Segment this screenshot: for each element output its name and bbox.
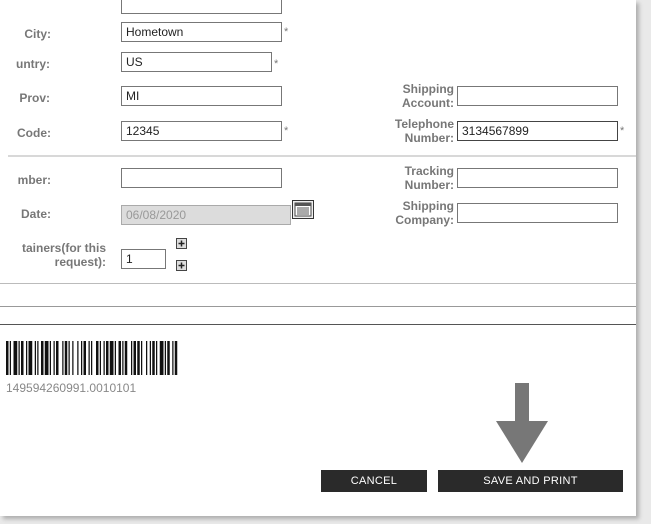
calendar-icon[interactable] [292, 200, 314, 219]
barcode-bar [137, 341, 140, 375]
cancel-button[interactable]: CANCEL [321, 470, 427, 492]
barcode-bar [28, 341, 33, 375]
shipping-account-field[interactable] [457, 86, 618, 106]
barcode-bar [149, 341, 151, 375]
barcode-bar [49, 341, 51, 375]
containers-label-line1: tainers(for this [21, 241, 106, 255]
barcode-bar [6, 341, 9, 375]
barcode-bar [77, 341, 79, 375]
section-separator [0, 324, 636, 325]
barcode-bar [34, 341, 36, 375]
barcode-bar [164, 341, 166, 375]
plus-icon[interactable] [176, 238, 187, 249]
barcode-bar [99, 341, 101, 375]
barcode-bar [72, 341, 74, 375]
barcode-bar [156, 341, 158, 375]
save-and-print-button[interactable]: SAVE AND PRINT [438, 470, 623, 492]
country-label: untry: [16, 57, 50, 71]
postal-code-label: Code: [17, 126, 51, 140]
barcode-bar [131, 341, 133, 375]
barcode-bar [44, 341, 49, 375]
required-marker: * [274, 58, 279, 70]
barcode-bar [21, 341, 24, 375]
shipping-company-label-line1: Shipping [402, 199, 454, 213]
shipping-account-label-line2: Account: [402, 96, 454, 110]
shipping-company-label-line2: Company: [395, 213, 454, 227]
shipping-account-label: Shipping Account: [382, 82, 454, 110]
barcode-bar [56, 341, 59, 375]
barcode-bar [9, 341, 11, 375]
barcode-bar [64, 341, 68, 375]
barcode-bar [114, 341, 116, 375]
barcode-bar [109, 341, 114, 375]
telephone-label-line1: Telephone [394, 117, 454, 131]
barcode-bar [146, 341, 148, 375]
section-divider [8, 155, 636, 157]
minus-icon[interactable] [176, 260, 187, 271]
tracking-number-label: Tracking Number: [382, 164, 454, 192]
prov-field[interactable]: MI [121, 86, 282, 106]
form-panel: City: Hometown * untry: US * Prov: MI Sh… [0, 0, 636, 516]
barcode-bar [141, 341, 143, 375]
barcode-number: 149594260991.0010101 [6, 381, 137, 395]
barcode-bar [159, 341, 164, 375]
section-separator [0, 283, 636, 284]
telephone-label-line2: Number: [404, 131, 454, 145]
barcode-bar [53, 341, 55, 375]
barcode-bar [172, 341, 174, 375]
barcode-bar [118, 341, 121, 375]
date-label: Date: [20, 207, 51, 221]
barcode-bar [167, 341, 170, 375]
tracking-label-line2: Number: [404, 178, 454, 192]
section-separator [0, 306, 636, 307]
required-marker: * [620, 125, 625, 137]
down-arrow-icon [496, 383, 548, 463]
barcode-bar [13, 341, 18, 375]
barcode-bar [152, 341, 155, 375]
city-field[interactable]: Hometown [121, 22, 282, 42]
address-field[interactable] [121, 0, 282, 14]
country-field[interactable]: US [121, 52, 272, 72]
plus-icon-graphic [178, 240, 185, 247]
tracking-number-field[interactable] [457, 168, 618, 188]
number-field[interactable] [121, 168, 282, 188]
containers-label-line2: request): [54, 255, 106, 269]
containers-field[interactable]: 1 [121, 249, 166, 269]
city-label: City: [24, 27, 51, 41]
number-label: mber: [17, 173, 51, 187]
barcode-bar [122, 341, 124, 375]
required-marker: * [284, 125, 289, 137]
telephone-field[interactable]: 3134567899 [457, 121, 618, 141]
tracking-label-line1: Tracking [404, 164, 454, 178]
prov-label: Prov: [19, 91, 50, 105]
barcode-bar [91, 341, 93, 375]
shipping-account-label-line1: Shipping [402, 82, 454, 96]
barcode-bar [37, 341, 39, 375]
barcode-bar [18, 341, 20, 375]
barcode-bar [96, 341, 99, 375]
barcode-bar [103, 341, 105, 375]
shipping-company-label: Shipping Company: [378, 199, 454, 227]
barcode-bar [83, 341, 86, 375]
barcode-bar [88, 341, 90, 375]
minus-icon-graphic [178, 262, 185, 269]
calendar-icon-graphic [294, 202, 312, 217]
barcode-bar [124, 341, 128, 375]
telephone-label: Telephone Number: [378, 117, 454, 145]
barcode-bar [68, 341, 70, 375]
postal-code-field[interactable]: 12345 [121, 121, 282, 141]
containers-label: tainers(for this request): [0, 241, 106, 269]
barcode-bar [62, 341, 64, 375]
barcode [6, 341, 178, 375]
barcode-bar [106, 341, 109, 375]
barcode-bar [26, 341, 28, 375]
barcode-bar [81, 341, 83, 375]
shipping-company-field[interactable] [457, 203, 618, 223]
barcode-bar [174, 341, 178, 375]
barcode-bar [133, 341, 136, 375]
date-field: 06/08/2020 [121, 205, 291, 225]
required-marker: * [284, 26, 289, 38]
barcode-bar [41, 341, 44, 375]
